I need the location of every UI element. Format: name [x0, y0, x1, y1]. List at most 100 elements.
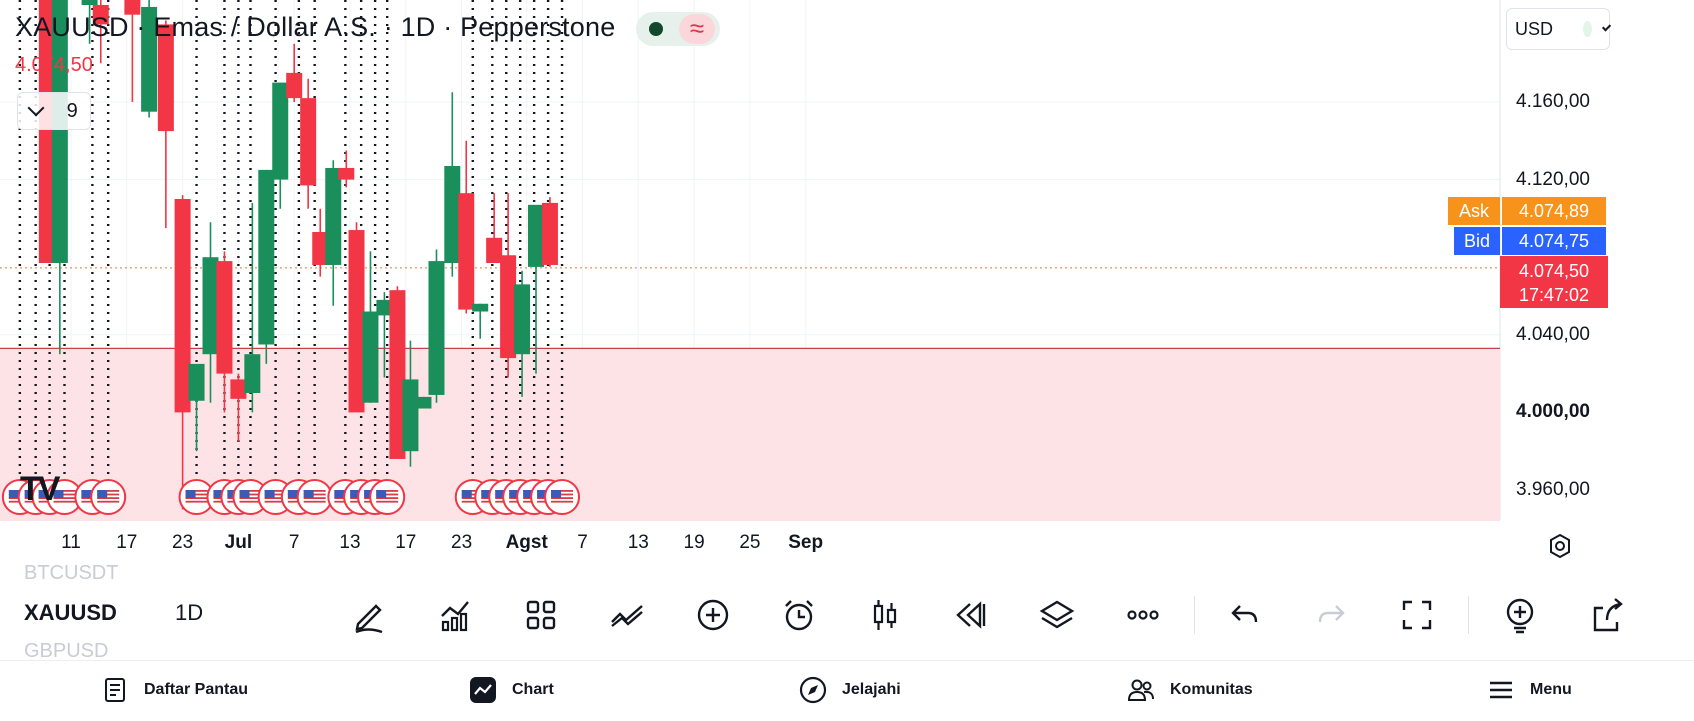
- flag-stripe: [551, 500, 574, 503]
- candle-body: [258, 169, 275, 345]
- candle-body: [500, 255, 517, 359]
- candle-body: [541, 202, 558, 265]
- community-icon: [1127, 679, 1154, 701]
- nav-chart-label: Chart: [512, 681, 554, 698]
- candle-body: [444, 166, 461, 264]
- x-axis-tick-label: 25: [739, 532, 761, 553]
- flag-canton: [81, 490, 92, 498]
- nav-menu-label: Menu: [1530, 681, 1572, 698]
- x-axis-tick-label: 13: [339, 532, 361, 553]
- currency-selector[interactable]: USD: [1506, 8, 1612, 50]
- candle-body: [174, 199, 191, 413]
- more-icon[interactable]: [1122, 594, 1164, 636]
- add-icon[interactable]: [692, 594, 734, 636]
- market-status-pill[interactable]: ≈: [636, 12, 720, 46]
- x-axis-tick-label: 17: [395, 532, 417, 553]
- nav-explore-label: Jelajahi: [842, 681, 901, 698]
- undo-icon[interactable]: [1224, 594, 1266, 636]
- candles-icon[interactable]: [864, 594, 906, 636]
- candle-body: [428, 261, 445, 395]
- chart-title[interactable]: XAUUSD · Emas / Dollar A.S. · 1D · Peppe…: [15, 12, 615, 43]
- pencil-icon[interactable]: [348, 594, 390, 636]
- idea-icon[interactable]: [1499, 594, 1541, 636]
- header-last-price: 4.074,50: [15, 54, 93, 76]
- last-price-tag: 4.074,50 17:47:02: [1500, 256, 1608, 308]
- x-axis-tick-label: 13: [627, 532, 649, 553]
- last-price-value: 4.074,50: [1518, 261, 1590, 281]
- x-axis-tick-label: 11: [61, 532, 81, 553]
- flag-canton: [376, 490, 387, 498]
- nav-explore[interactable]: Jelajahi: [798, 675, 901, 705]
- share-icon[interactable]: [1584, 594, 1623, 636]
- candle-body: [244, 354, 261, 393]
- flag-canton: [264, 490, 275, 498]
- y-axis-tick-label: 4.040,00: [1516, 323, 1590, 345]
- toolbar-symbol[interactable]: XAUUSD: [24, 600, 117, 626]
- currency-label: USD: [1515, 18, 1554, 39]
- candle-body: [338, 167, 355, 180]
- ask-price: 4.074,89: [1502, 197, 1606, 225]
- flag-canton: [287, 490, 298, 498]
- chart-canvas[interactable]: [0, 0, 1694, 572]
- layers-icon[interactable]: [1036, 594, 1078, 636]
- flag-canton: [461, 490, 472, 498]
- replay-icon[interactable]: [950, 594, 992, 636]
- indicators-toggle[interactable]: 9: [17, 92, 91, 130]
- x-axis-tick-label: 23: [172, 532, 194, 553]
- candle-body: [415, 396, 432, 409]
- wave-icon: ≈: [679, 14, 715, 44]
- templates-icon[interactable]: [520, 594, 562, 636]
- candle-body: [486, 237, 503, 264]
- x-axis-tick-label: 19: [683, 532, 705, 553]
- fullscreen-icon[interactable]: [1396, 594, 1438, 636]
- nav-menu[interactable]: Menu: [1486, 675, 1572, 705]
- x-axis-tick-label: Jul: [224, 532, 253, 553]
- flag-stripe: [185, 500, 208, 503]
- bar-countdown: 17:47:02: [1518, 285, 1590, 305]
- x-axis-tick-label: 23: [451, 532, 473, 553]
- hamburger-icon: [1490, 681, 1512, 699]
- flag-canton: [185, 490, 196, 498]
- candle-body: [188, 363, 205, 401]
- tradingview-logo: TV: [20, 470, 60, 508]
- x-axis-tick-label: 17: [116, 532, 138, 553]
- status-dot-icon: [1583, 21, 1592, 37]
- y-axis-tick-label: 4.120,00: [1516, 168, 1590, 190]
- candle-body: [528, 204, 544, 267]
- flag-canton: [97, 490, 108, 498]
- x-axis-tick-label: 7: [577, 532, 588, 553]
- candle-body: [272, 82, 289, 180]
- candle-body: [348, 230, 365, 413]
- x-axis-tick-label: Agst: [505, 532, 548, 553]
- toolbar-interval[interactable]: 1D: [175, 600, 203, 626]
- flag-canton: [334, 490, 345, 498]
- flag-canton: [551, 490, 562, 498]
- bottom-navigation: Daftar Pantau Chart Jelajahi Komunitas M…: [0, 660, 1694, 721]
- settings-gear-icon[interactable]: [1546, 532, 1574, 560]
- compass-icon: [799, 676, 827, 704]
- chevron-down-icon: [1601, 22, 1612, 32]
- y-axis-tick-label: 3.960,00: [1516, 479, 1590, 500]
- market-open-icon: [649, 22, 663, 36]
- candle-body: [362, 311, 379, 403]
- nav-community[interactable]: Komunitas: [1126, 675, 1253, 705]
- flag-stripe: [97, 500, 120, 503]
- nav-community-label: Komunitas: [1170, 681, 1253, 698]
- nav-chart[interactable]: Chart: [468, 675, 554, 705]
- chart-icon: [470, 677, 496, 703]
- indicators-icon[interactable]: [434, 594, 476, 636]
- watchlist-prev-symbol[interactable]: BTCUSDT: [24, 562, 118, 585]
- candle-body: [230, 379, 247, 399]
- bid-label: Bid: [1454, 227, 1500, 255]
- x-axis-tick-label: Sep: [788, 532, 824, 553]
- candle-body: [202, 257, 219, 355]
- alert-icon[interactable]: [778, 594, 820, 636]
- compare-icon[interactable]: [606, 594, 648, 636]
- nav-watchlist-label: Daftar Pantau: [144, 681, 249, 698]
- candle-body: [514, 284, 531, 355]
- candle-body: [458, 193, 475, 310]
- y-axis-tick-label: 4.160,00: [1516, 91, 1590, 112]
- candle-body: [472, 303, 489, 312]
- toolbar-divider: [1468, 596, 1469, 634]
- nav-watchlist[interactable]: Daftar Pantau: [100, 675, 248, 705]
